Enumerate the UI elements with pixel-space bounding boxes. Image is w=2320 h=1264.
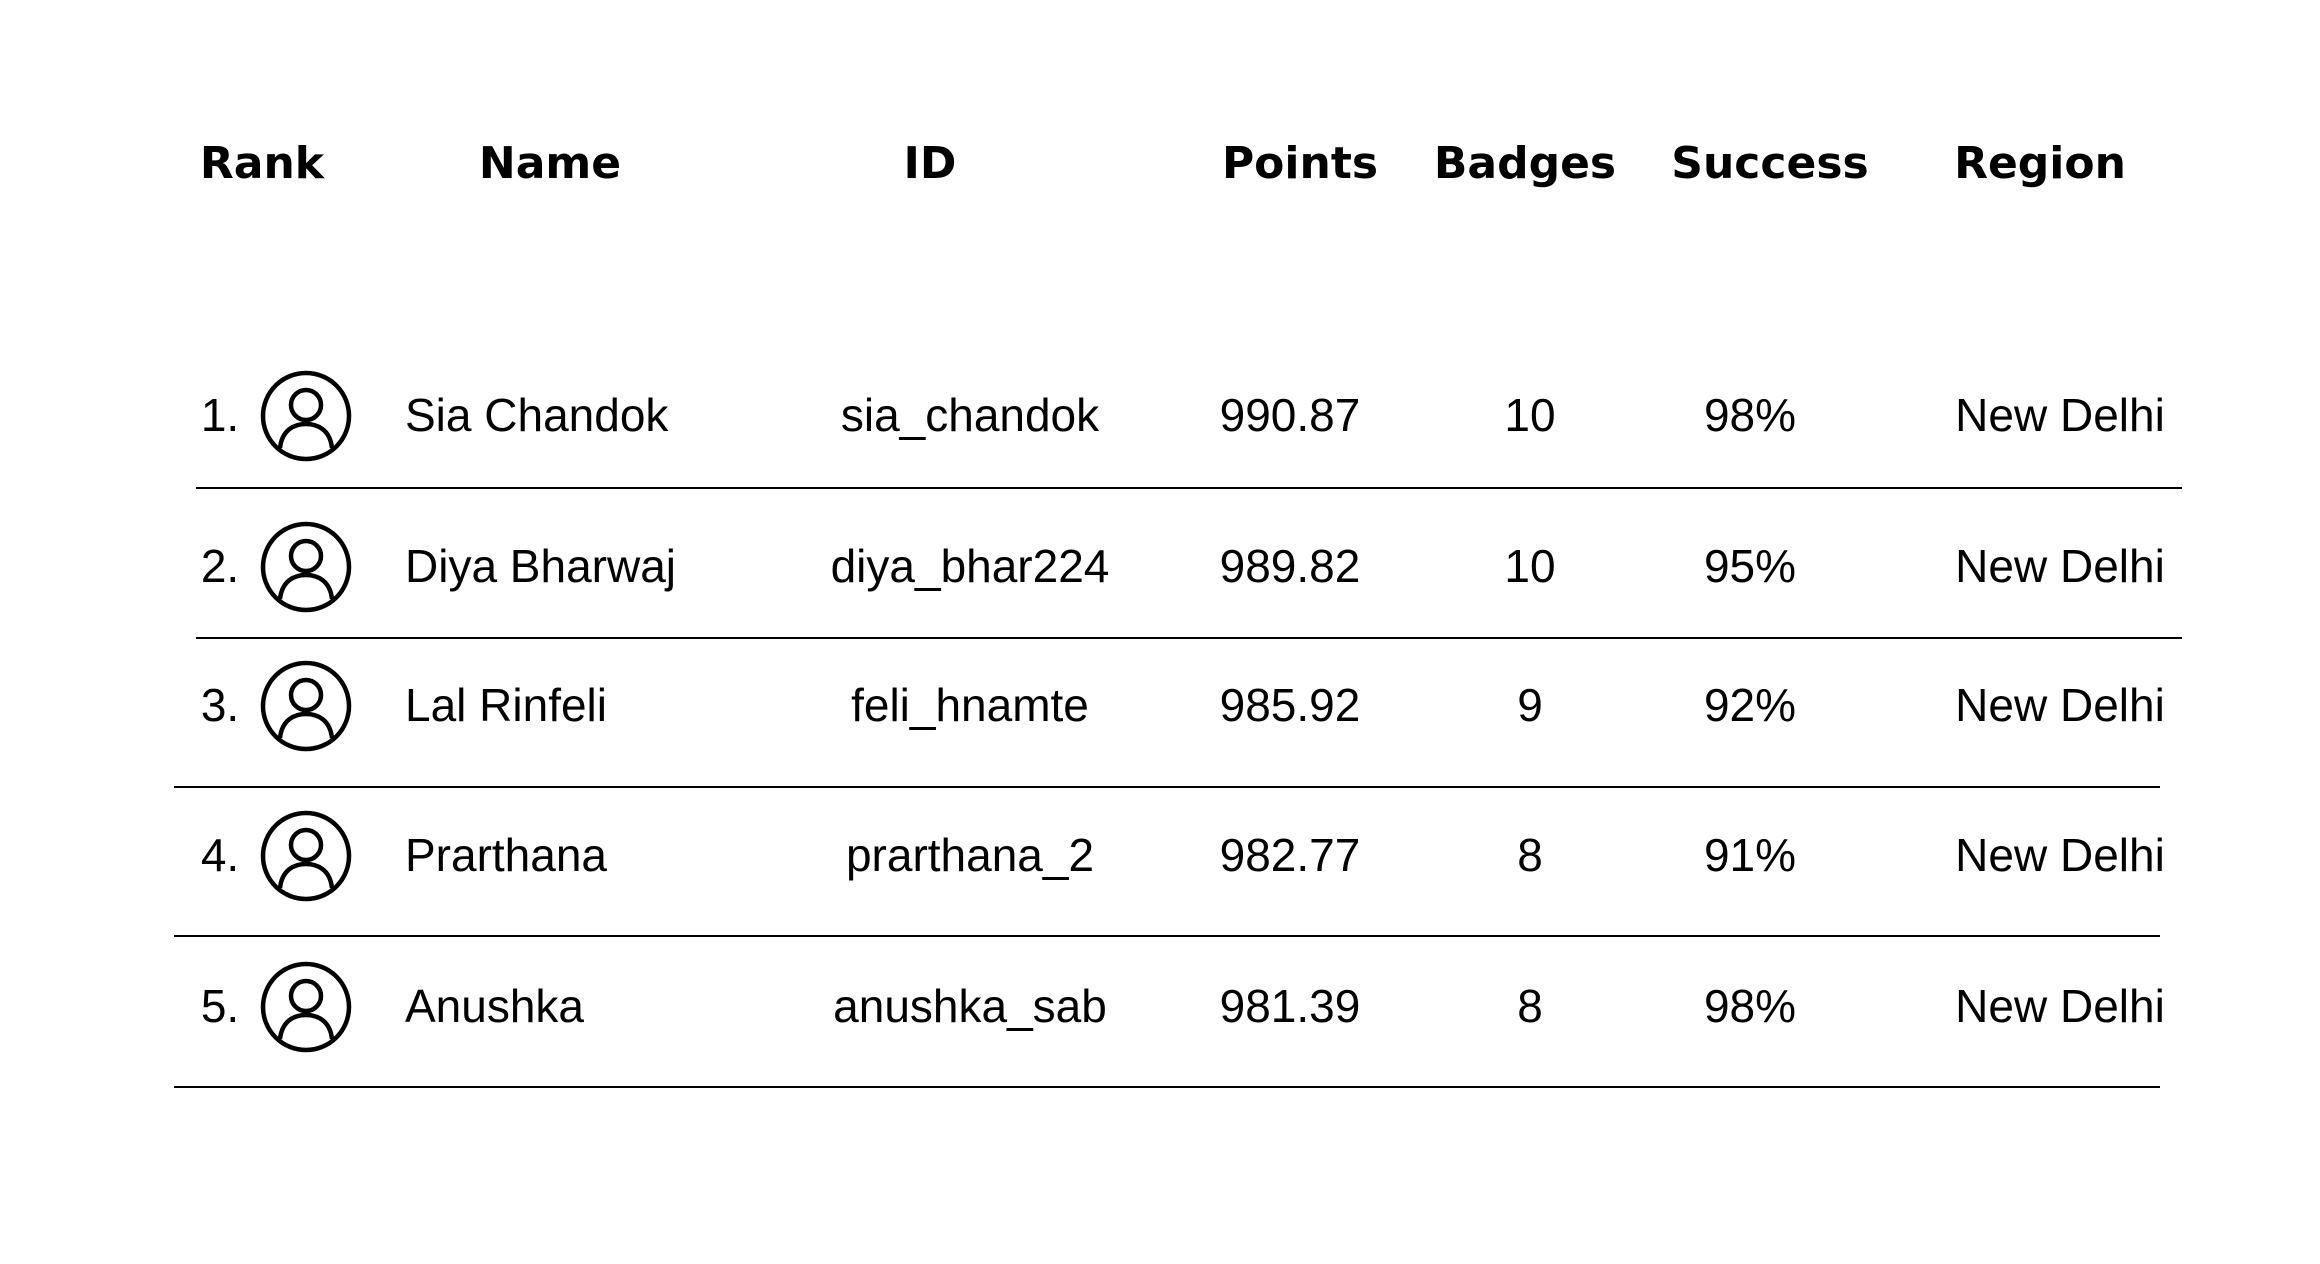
points-cell: 989.82 (1219, 540, 1361, 592)
badges-cell: 10 (1504, 389, 1556, 441)
row-divider (196, 487, 2182, 489)
header-success: Success (1671, 138, 1869, 189)
table-row: 2. Diya Bharwaj diya_bhar224 989.82 10 9… (0, 491, 2320, 641)
header-name: Name (478, 138, 622, 189)
table-row: 1. Sia Chandok sia_chandok 990.87 10 98%… (0, 340, 2320, 490)
name-cell: Prarthana (405, 829, 608, 881)
header-badges: Badges (1433, 138, 1617, 189)
badges-cell: 8 (1517, 980, 1543, 1032)
table-header: Rank Name ID Points Badges Success Regio… (0, 0, 2320, 260)
name-cell: Lal Rinfeli (405, 679, 607, 731)
table-row: 3. Lal Rinfeli feli_hnamte 985.92 9 92% … (0, 630, 2320, 780)
success-cell: 95% (1703, 540, 1797, 592)
region-cell: New Delhi (1955, 540, 2165, 592)
badges-cell: 8 (1517, 829, 1543, 881)
header-region: Region (1954, 138, 2126, 189)
points-cell: 981.39 (1219, 980, 1361, 1032)
user-avatar-icon (260, 961, 352, 1053)
success-cell: 98% (1703, 389, 1797, 441)
header-rank: Rank (199, 138, 325, 189)
badges-cell: 9 (1517, 679, 1543, 731)
badges-cell: 10 (1504, 540, 1556, 592)
id-cell: feli_hnamte (851, 679, 1089, 731)
region-cell: New Delhi (1955, 829, 2165, 881)
rank-cell: 2. (200, 540, 240, 592)
name-cell: Anushka (405, 980, 585, 1032)
header-points: Points (1221, 138, 1379, 189)
user-avatar-icon (260, 810, 352, 902)
user-avatar-icon (260, 370, 352, 462)
user-avatar-icon (260, 521, 352, 613)
points-cell: 985.92 (1219, 679, 1361, 731)
rank-cell: 5. (200, 980, 240, 1032)
points-cell: 990.87 (1219, 389, 1361, 441)
success-cell: 98% (1703, 980, 1797, 1032)
success-cell: 92% (1703, 679, 1797, 731)
id-cell: sia_chandok (840, 389, 1100, 441)
table-row: 5. Anushka anushka_sab 981.39 8 98% New … (0, 931, 2320, 1081)
id-cell: anushka_sab (833, 980, 1107, 1032)
region-cell: New Delhi (1955, 980, 2165, 1032)
success-cell: 91% (1703, 829, 1797, 881)
user-avatar-icon (260, 660, 352, 752)
region-cell: New Delhi (1955, 679, 2165, 731)
table-row: 4. Prarthana prarthana_2 982.77 8 91% Ne… (0, 780, 2320, 930)
region-cell: New Delhi (1955, 389, 2165, 441)
points-cell: 982.77 (1219, 829, 1361, 881)
rank-cell: 3. (200, 679, 240, 731)
rank-cell: 4. (200, 829, 240, 881)
name-cell: Diya Bharwaj (405, 540, 676, 592)
row-divider (174, 1086, 2160, 1088)
name-cell: Sia Chandok (405, 389, 669, 441)
header-id: ID (903, 138, 957, 189)
rank-cell: 1. (200, 389, 240, 441)
id-cell: prarthana_2 (845, 829, 1095, 881)
id-cell: diya_bhar224 (830, 540, 1110, 592)
